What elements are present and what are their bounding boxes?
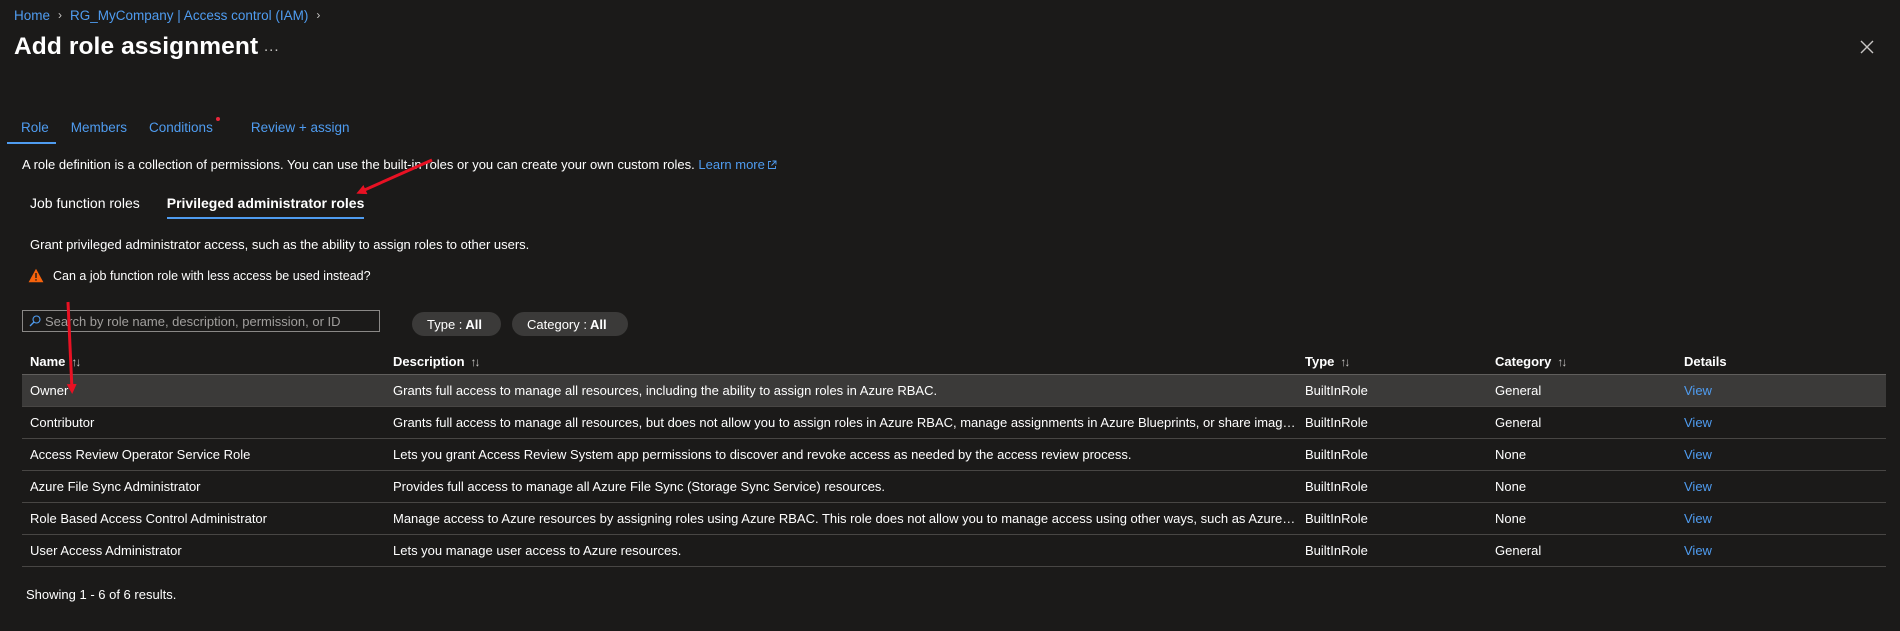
role-type: BuiltInRole — [1305, 415, 1368, 430]
sort-icon[interactable]: ↑↓ — [471, 355, 481, 369]
roles-table: Name ↑↓ Description ↑↓ Type ↑↓ Category ↑↓ D… — [22, 348, 1886, 567]
view-details-link[interactable]: View — [1684, 383, 1712, 398]
warning-text: Can a job function role with less access… — [53, 268, 371, 283]
tab-conditions-label: Conditions — [149, 120, 213, 135]
role-type: BuiltInRole — [1305, 383, 1368, 398]
view-details-link[interactable]: View — [1684, 415, 1712, 430]
intro-text: A role definition is a collection of per… — [22, 157, 695, 172]
page-title: Add role assignment — [14, 33, 259, 60]
search-icon — [29, 315, 41, 327]
table-row[interactable]: User Access Administrator Lets you manag… — [22, 535, 1886, 567]
role-type: BuiltInRole — [1305, 447, 1368, 462]
close-icon[interactable] — [1855, 35, 1879, 59]
view-details-link[interactable]: View — [1684, 447, 1712, 462]
role-name: Azure File Sync Administrator — [30, 479, 201, 494]
wizard-tabs: Role Members Conditions Review + assign — [7, 116, 372, 144]
privileged-roles-description: Grant privileged administrator access, s… — [30, 237, 530, 252]
tab-role[interactable]: Role — [7, 116, 56, 144]
view-details-link[interactable]: View — [1684, 479, 1712, 494]
table-row[interactable]: Owner Grants full access to manage all r… — [22, 375, 1886, 407]
category-filter-pill[interactable]: Category : All — [512, 312, 628, 336]
role-category: None — [1495, 479, 1527, 494]
external-link-icon — [767, 160, 777, 169]
column-header-type[interactable]: Type ↑↓ — [1305, 354, 1495, 369]
column-description-label: Description — [393, 353, 465, 369]
learn-more-label: Learn more — [698, 157, 765, 172]
role-category: None — [1495, 511, 1527, 526]
sort-icon[interactable]: ↑↓ — [71, 355, 81, 369]
role-type-tabs: Job function roles Privileged administra… — [30, 195, 391, 219]
column-type-label: Type — [1305, 353, 1335, 369]
role-type: BuiltInRole — [1305, 511, 1368, 526]
tab-privileged-administrator-roles[interactable]: Privileged administrator roles — [166, 195, 364, 219]
chevron-right-icon: › — [316, 8, 321, 22]
table-row[interactable]: Role Based Access Control Administrator … — [22, 503, 1886, 535]
view-details-link[interactable]: View — [1684, 543, 1712, 558]
role-description: Provides full access to manage all Azure… — [393, 479, 886, 494]
role-name: User Access Administrator — [30, 543, 182, 558]
role-name: Owner — [30, 383, 69, 398]
type-filter-pill[interactable]: Type : All — [412, 312, 501, 336]
role-definition-intro: A role definition is a collection of per… — [22, 157, 777, 172]
role-description: Lets you grant Access Review System app … — [393, 447, 1132, 462]
breadcrumb-resource-group-iam[interactable]: RG_MyCompany | Access control (IAM) — [70, 8, 308, 23]
breadcrumb: Home › RG_MyCompany | Access control (IA… — [14, 6, 320, 24]
table-header: Name ↑↓ Description ↑↓ Type ↑↓ Category ↑↓ D… — [22, 348, 1886, 375]
breadcrumb-home[interactable]: Home — [14, 8, 50, 23]
table-row[interactable]: Access Review Operator Service Role Lets… — [22, 439, 1886, 471]
role-description: Manage access to Azure resources by assi… — [393, 511, 1305, 526]
role-name: Access Review Operator Service Role — [30, 447, 251, 462]
category-filter-value: All — [589, 316, 607, 332]
category-filter-label: Category : — [527, 316, 587, 332]
role-category: None — [1495, 447, 1527, 462]
learn-more-link[interactable]: Learn more — [698, 157, 777, 172]
column-header-category[interactable]: Category ↑↓ — [1495, 354, 1684, 369]
table-row[interactable]: Azure File Sync Administrator Provides f… — [22, 471, 1886, 503]
more-options-icon[interactable]: ... — [264, 38, 280, 55]
tab-review-assign[interactable]: Review + assign — [251, 116, 350, 144]
search-input[interactable] — [45, 313, 365, 329]
role-category: General — [1495, 383, 1542, 398]
role-description: Lets you manage user access to Azure res… — [393, 543, 682, 558]
results-count: Showing 1 - 6 of 6 results. — [26, 587, 177, 602]
tab-members[interactable]: Members — [71, 116, 127, 144]
required-dot-icon — [215, 117, 220, 121]
tab-review-assign-label: Review + assign — [250, 120, 350, 135]
tab-job-function-roles[interactable]: Job function roles — [30, 195, 140, 219]
warning-message: Can a job function role with less access… — [28, 268, 371, 283]
role-name: Contributor — [30, 415, 95, 430]
sort-icon[interactable]: ↑↓ — [1340, 355, 1350, 369]
role-description: Grants full access to manage all resourc… — [393, 415, 1305, 430]
role-search-box — [22, 310, 380, 332]
tab-role-label: Role — [21, 120, 49, 135]
sort-icon[interactable]: ↑↓ — [1557, 355, 1567, 369]
role-type: BuiltInRole — [1305, 479, 1368, 494]
table-row[interactable]: Contributor Grants full access to manage… — [22, 407, 1886, 439]
column-header-name[interactable]: Name ↑↓ — [22, 354, 393, 369]
role-type: BuiltInRole — [1305, 543, 1368, 558]
type-filter-label: Type : — [427, 316, 463, 332]
role-category: General — [1495, 415, 1542, 430]
warning-icon — [28, 268, 44, 283]
tab-members-label: Members — [70, 120, 128, 135]
chevron-right-icon: › — [58, 8, 63, 22]
tab-conditions[interactable]: Conditions — [149, 116, 220, 144]
column-header-details: Details — [1684, 353, 1727, 369]
type-filter-value: All — [465, 316, 483, 332]
role-category: General — [1495, 543, 1542, 558]
column-header-description[interactable]: Description ↑↓ — [393, 354, 1305, 369]
role-description: Grants full access to manage all resourc… — [393, 383, 938, 398]
view-details-link[interactable]: View — [1684, 511, 1712, 526]
column-category-label: Category — [1495, 353, 1552, 369]
column-name-label: Name — [30, 353, 66, 369]
role-name: Role Based Access Control Administrator — [30, 511, 267, 526]
